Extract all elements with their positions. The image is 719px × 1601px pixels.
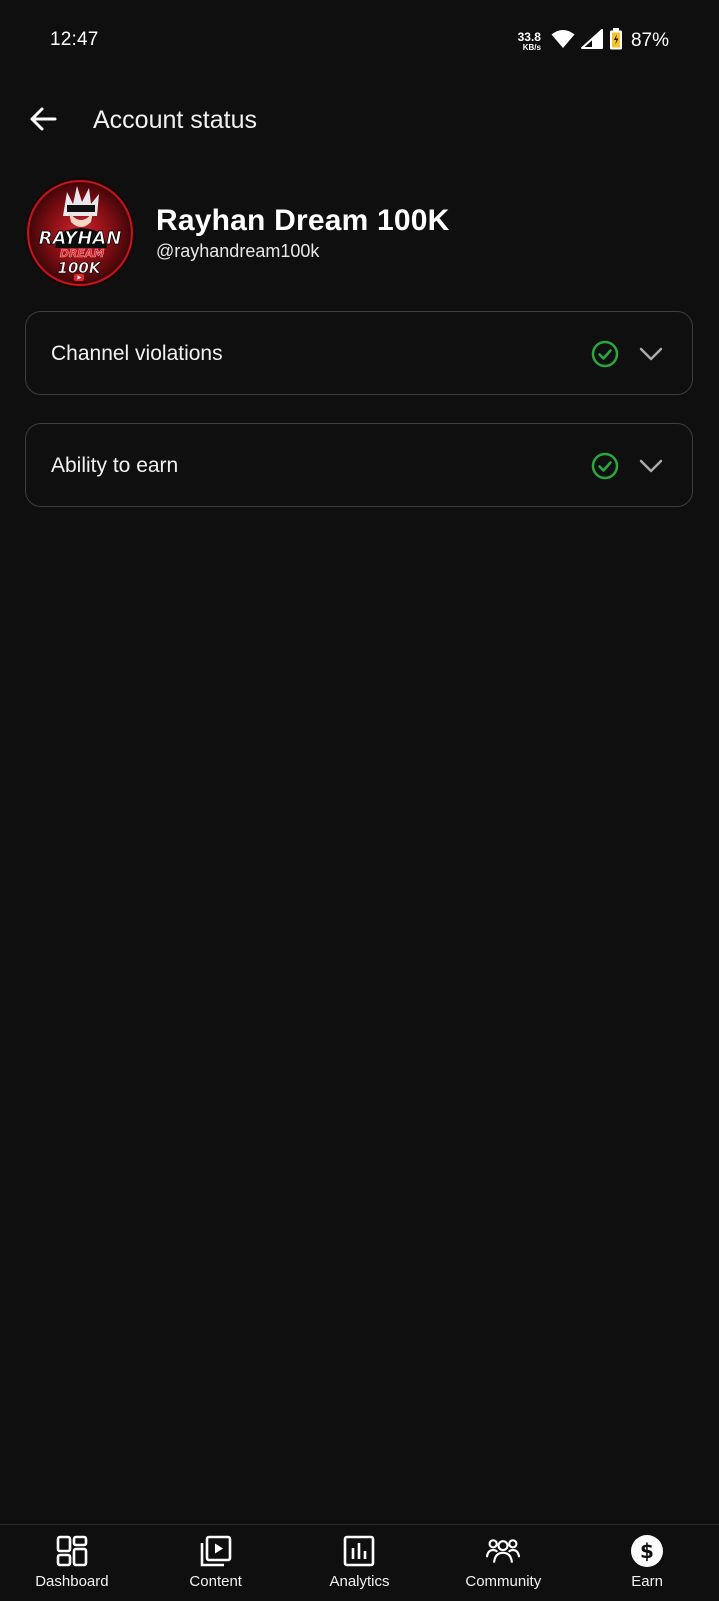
dashboard-icon [55, 1534, 89, 1568]
analytics-icon [342, 1534, 376, 1568]
battery-percentage: 87% [630, 30, 669, 51]
channel-avatar[interactable]: RAYHAN DREAM 100K [25, 178, 135, 288]
status-bar: 12:47 33.8 KB/s 87% [0, 0, 719, 84]
app-header: Account status [0, 96, 719, 146]
chevron-down-icon[interactable] [638, 341, 664, 367]
status-time: 12:47 [50, 29, 99, 50]
avatar-text-rayhan: RAYHAN [39, 228, 122, 249]
nav-item-content[interactable]: Content [144, 1525, 288, 1601]
nav-label-community: Community [465, 1573, 542, 1590]
network-speed: 33.8 KB/s [518, 31, 541, 52]
bottom-navigation: Dashboard Content Analytics Community $ … [0, 1524, 719, 1601]
card-label: Channel violations [51, 342, 223, 365]
signal-icon [580, 28, 603, 54]
wifi-icon [551, 29, 575, 54]
channel-handle: @rayhandream100k [156, 241, 320, 261]
chevron-down-icon[interactable] [638, 453, 664, 479]
network-speed-value: 33.8 [517, 29, 541, 44]
ability-to-earn-card[interactable]: Ability to earn [25, 423, 693, 507]
back-button[interactable] [22, 100, 64, 142]
page-title: Account status [93, 106, 257, 134]
network-speed-unit: KB/s [522, 42, 541, 52]
svg-text:$: $ [640, 1539, 654, 1563]
nav-item-earn[interactable]: $ Earn [575, 1525, 719, 1601]
content-play-icon [199, 1534, 233, 1568]
nav-label-content: Content [189, 1573, 242, 1590]
nav-item-dashboard[interactable]: Dashboard [0, 1525, 144, 1601]
status-icons: 33.8 KB/s 87% [518, 26, 669, 56]
check-circle-icon [591, 452, 619, 480]
earn-dollar-icon: $ [630, 1534, 664, 1568]
card-label: Ability to earn [51, 454, 179, 477]
community-icon [486, 1534, 521, 1568]
nav-label-dashboard: Dashboard [35, 1573, 109, 1590]
check-circle-icon [591, 340, 619, 368]
arrow-left-icon [27, 103, 59, 140]
nav-item-community[interactable]: Community [431, 1525, 575, 1601]
nav-label-analytics: Analytics [329, 1573, 390, 1590]
channel-name: Rayhan Dream 100K [156, 204, 450, 237]
battery-icon [609, 27, 623, 55]
channel-info: RAYHAN DREAM 100K Rayhan Dream 100K @ray… [25, 178, 695, 290]
channel-violations-card[interactable]: Channel violations [25, 311, 693, 395]
nav-item-analytics[interactable]: Analytics [288, 1525, 432, 1601]
nav-label-earn: Earn [631, 1573, 663, 1590]
